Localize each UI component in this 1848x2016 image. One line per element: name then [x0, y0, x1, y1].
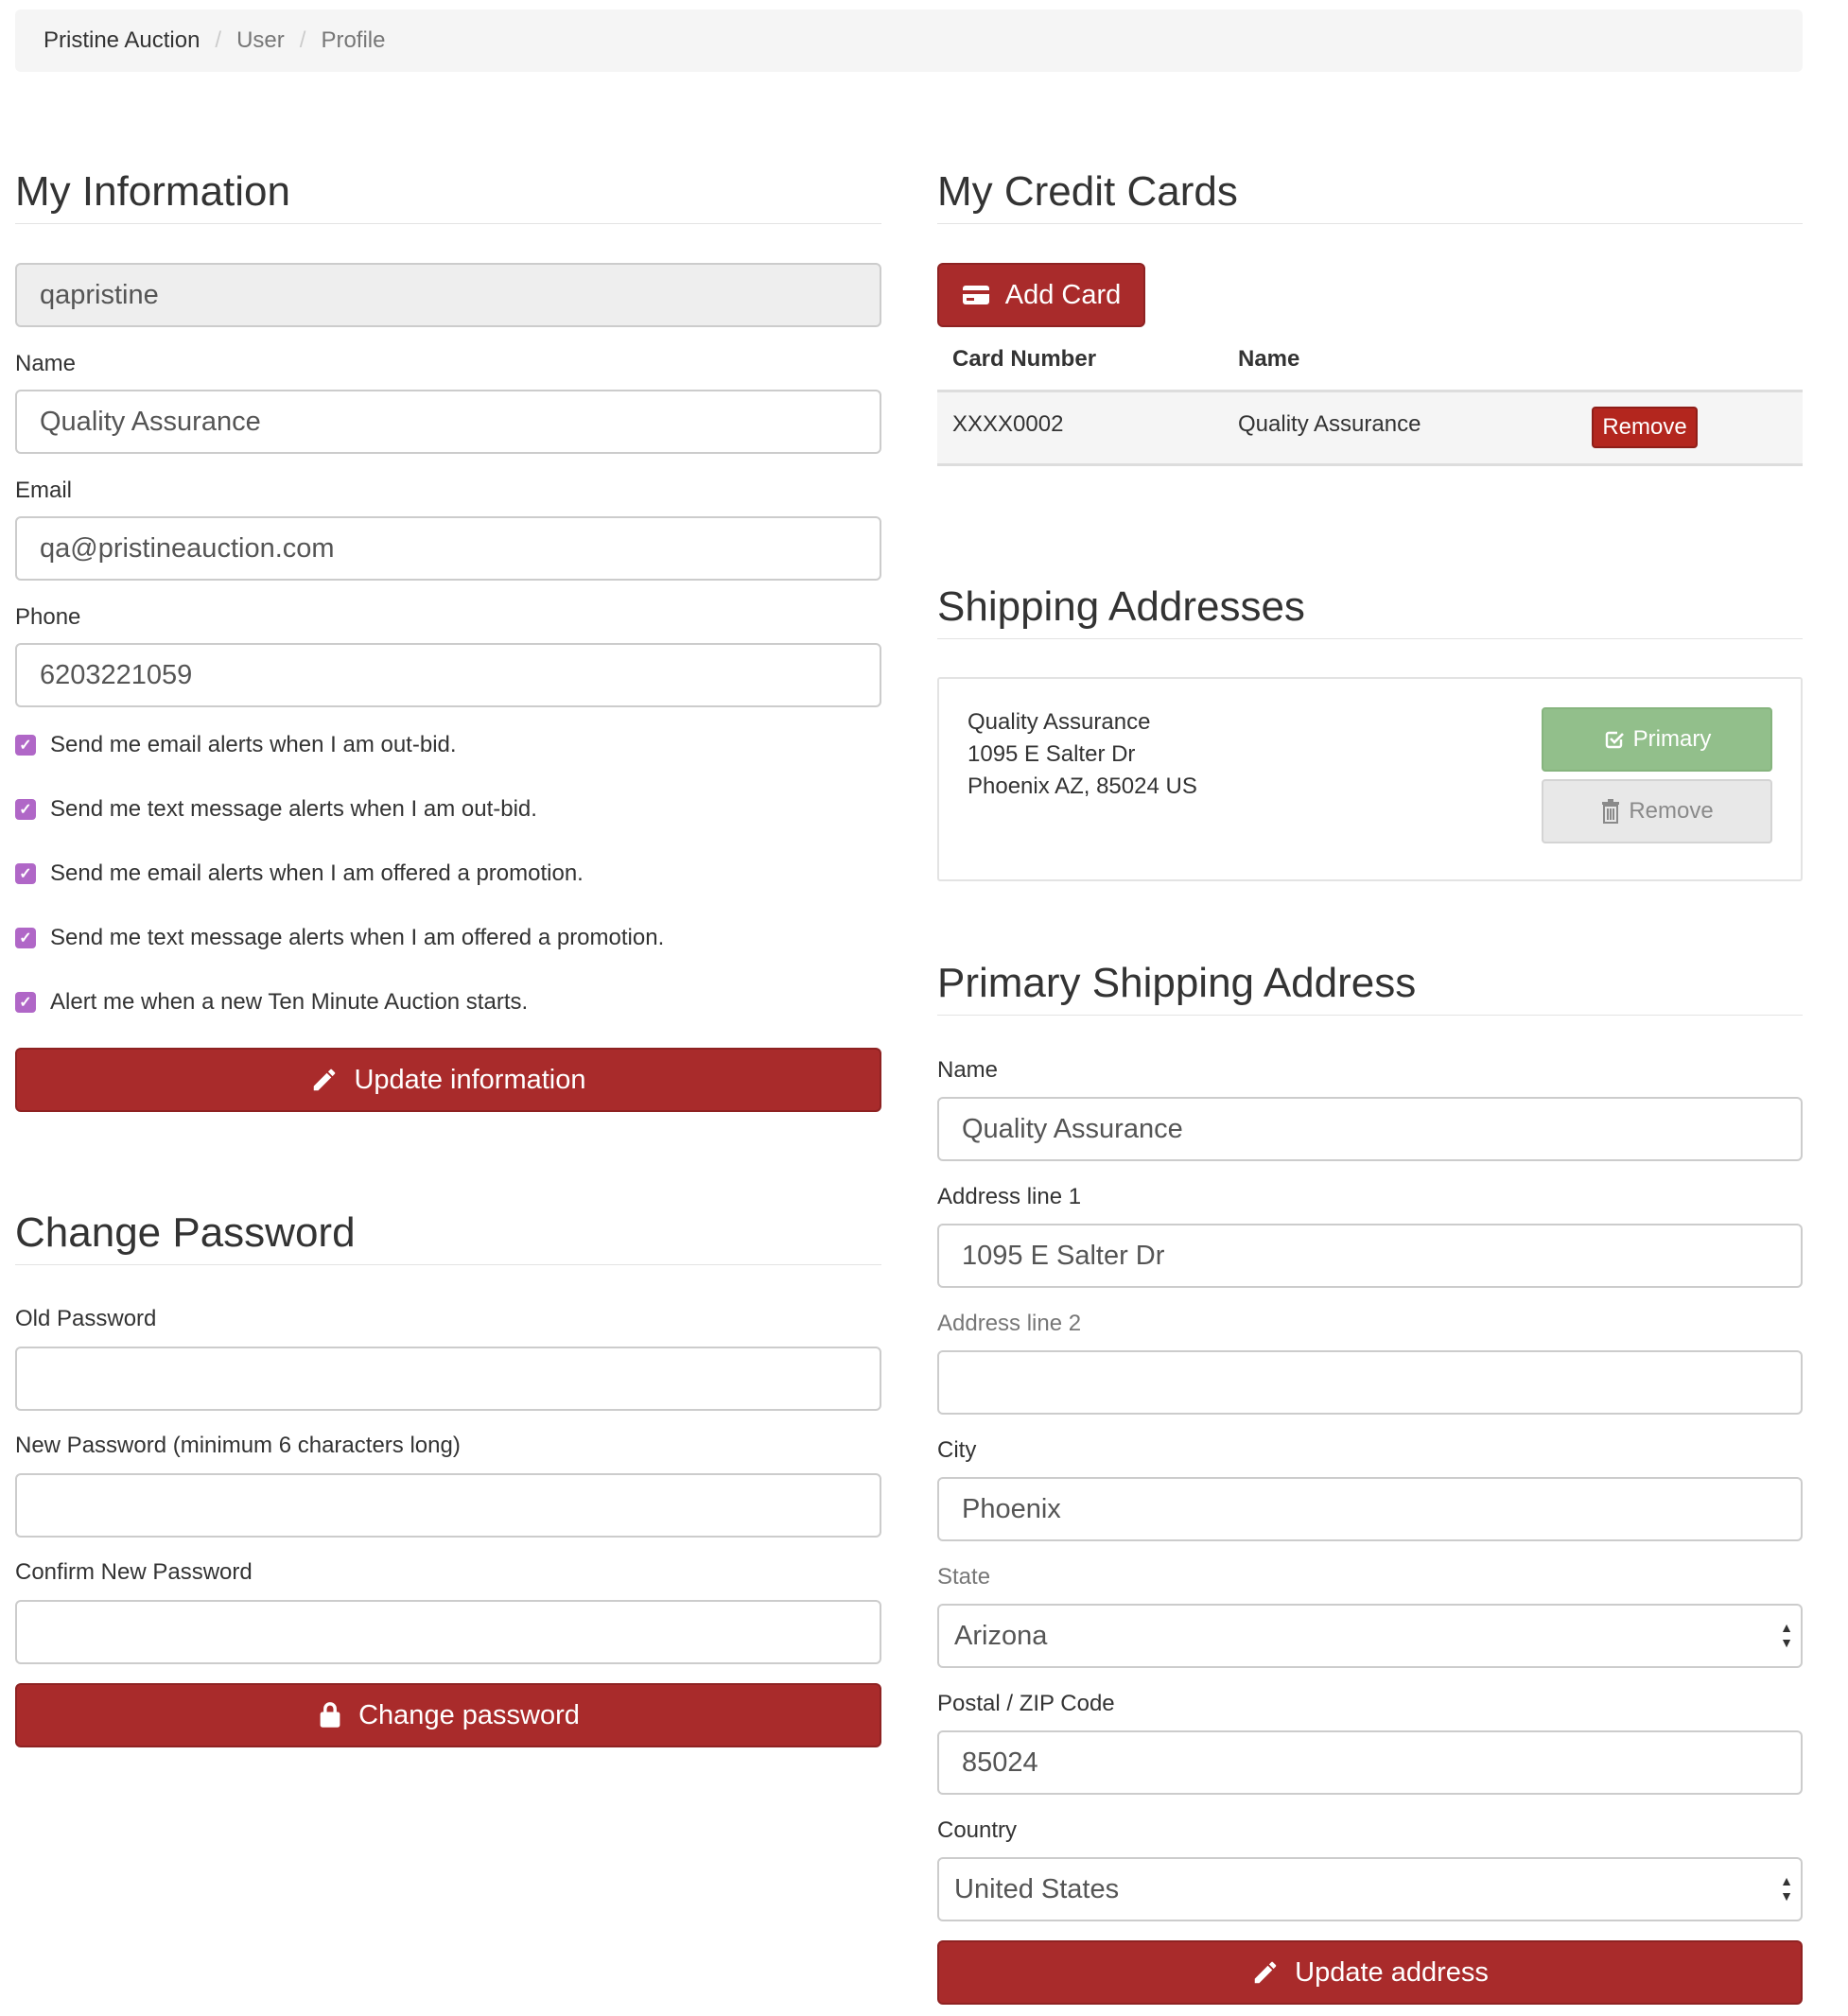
state-label: State	[937, 1564, 991, 1590]
state-select[interactable]: Arizona	[937, 1604, 1803, 1668]
address1-field[interactable]	[937, 1224, 1803, 1288]
primary-label: Primary	[1632, 726, 1712, 752]
pencil-icon	[1251, 1958, 1280, 1987]
phone-label: Phone	[15, 604, 81, 630]
card-name-header: Name	[1238, 346, 1300, 372]
table-row: XXXX0002 Quality Assurance Remove	[937, 392, 1803, 466]
address1-label: Address line 1	[937, 1184, 1082, 1209]
update-address-label: Update address	[1295, 1956, 1489, 1988]
state-select-wrapper: Arizona ▲ ▼	[937, 1604, 1803, 1668]
confirm-password-label: Confirm New Password	[15, 1559, 253, 1585]
name-label: Name	[15, 351, 77, 376]
checkbox-checked[interactable]: ✓	[15, 799, 36, 820]
confirm-password-field[interactable]	[15, 1600, 881, 1664]
username-field[interactable]	[15, 263, 881, 327]
phone-field[interactable]	[15, 643, 881, 707]
email-label: Email	[15, 478, 73, 503]
checkbox-label: Alert me when a new Ten Minute Auction s…	[50, 989, 529, 1015]
check-square-icon	[1603, 728, 1626, 751]
address-street: 1095 E Salter Dr	[968, 741, 1136, 767]
update-address-button[interactable]: Update address	[937, 1940, 1803, 2005]
checkbox-label: Send me text message alerts when I am ou…	[50, 796, 537, 822]
remove-address-button[interactable]: Remove	[1542, 779, 1772, 843]
country-select-wrapper: United States ▲ ▼	[937, 1857, 1803, 1921]
breadcrumb-separator: /	[215, 27, 222, 53]
city-field[interactable]	[937, 1477, 1803, 1541]
credit-card-icon	[962, 284, 990, 306]
change-password-button[interactable]: Change password	[15, 1683, 881, 1747]
country-label: Country	[937, 1817, 1018, 1843]
new-password-field[interactable]	[15, 1473, 881, 1538]
ship-name-label: Name	[937, 1057, 999, 1083]
promo-text-option[interactable]: ✓ Send me text message alerts when I am …	[15, 925, 664, 951]
breadcrumb-current: Profile	[321, 27, 386, 53]
breadcrumb-user-link[interactable]: User	[236, 27, 285, 54]
city-label: City	[937, 1437, 977, 1463]
checkbox-label: Send me email alerts when I am offered a…	[50, 860, 584, 886]
promo-email-option[interactable]: ✓ Send me email alerts when I am offered…	[15, 860, 584, 887]
update-information-label: Update information	[354, 1064, 586, 1095]
address2-field[interactable]	[937, 1350, 1803, 1415]
address-card: Quality Assurance 1095 E Salter Dr Phoen…	[937, 677, 1803, 881]
add-card-label: Add Card	[1004, 279, 1122, 310]
address-city-state: Phoenix AZ, 85024 US	[968, 773, 1197, 799]
remove-label: Remove	[1629, 798, 1714, 824]
breadcrumb-home-link[interactable]: Pristine Auction	[44, 27, 200, 54]
zip-label: Postal / ZIP Code	[937, 1691, 1115, 1716]
email-field[interactable]	[15, 516, 881, 581]
card-name-cell: Quality Assurance	[1238, 411, 1421, 437]
outbid-email-option[interactable]: ✓ Send me email alerts when I am out-bid…	[15, 732, 457, 758]
change-password-label: Change password	[358, 1699, 580, 1730]
checkbox-checked[interactable]: ✓	[15, 992, 36, 1013]
checkbox-checked[interactable]: ✓	[15, 735, 36, 756]
primary-shipping-title: Primary Shipping Address	[937, 960, 1803, 1016]
zip-field[interactable]	[937, 1730, 1803, 1795]
card-number-cell: XXXX0002	[952, 411, 1064, 437]
credit-cards-table: Card Number Name XXXX0002 Quality Assura…	[937, 340, 1803, 469]
credit-cards-title: My Credit Cards	[937, 168, 1803, 224]
checkbox-label: Send me email alerts when I am out-bid.	[50, 732, 457, 757]
my-information-title: My Information	[15, 168, 881, 224]
lock-icon	[317, 1701, 343, 1729]
checkbox-checked[interactable]: ✓	[15, 863, 36, 884]
ship-name-field[interactable]	[937, 1097, 1803, 1161]
card-number-header: Card Number	[952, 346, 1097, 372]
name-field[interactable]	[15, 390, 881, 454]
old-password-field[interactable]	[15, 1347, 881, 1411]
address2-label: Address line 2	[937, 1311, 1082, 1336]
checkbox-label: Send me text message alerts when I am of…	[50, 925, 665, 950]
trash-icon	[1600, 799, 1621, 824]
shipping-addresses-title: Shipping Addresses	[937, 583, 1803, 639]
change-password-title: Change Password	[15, 1209, 881, 1265]
checkbox-checked[interactable]: ✓	[15, 928, 36, 948]
primary-address-button[interactable]: Primary	[1542, 707, 1772, 772]
pencil-icon	[310, 1066, 339, 1094]
add-card-button[interactable]: Add Card	[937, 263, 1145, 327]
outbid-text-option[interactable]: ✓ Send me text message alerts when I am …	[15, 796, 537, 823]
remove-card-button[interactable]: Remove	[1592, 407, 1698, 448]
update-information-button[interactable]: Update information	[15, 1048, 881, 1112]
breadcrumb-separator: /	[299, 27, 306, 53]
old-password-label: Old Password	[15, 1306, 157, 1331]
address-name: Quality Assurance	[968, 709, 1151, 735]
ten-minute-auction-option[interactable]: ✓ Alert me when a new Ten Minute Auction…	[15, 989, 528, 1016]
new-password-label: New Password (minimum 6 characters long)	[15, 1433, 461, 1458]
breadcrumb: Pristine Auction / User / Profile	[15, 9, 1803, 72]
country-select[interactable]: United States	[937, 1857, 1803, 1921]
